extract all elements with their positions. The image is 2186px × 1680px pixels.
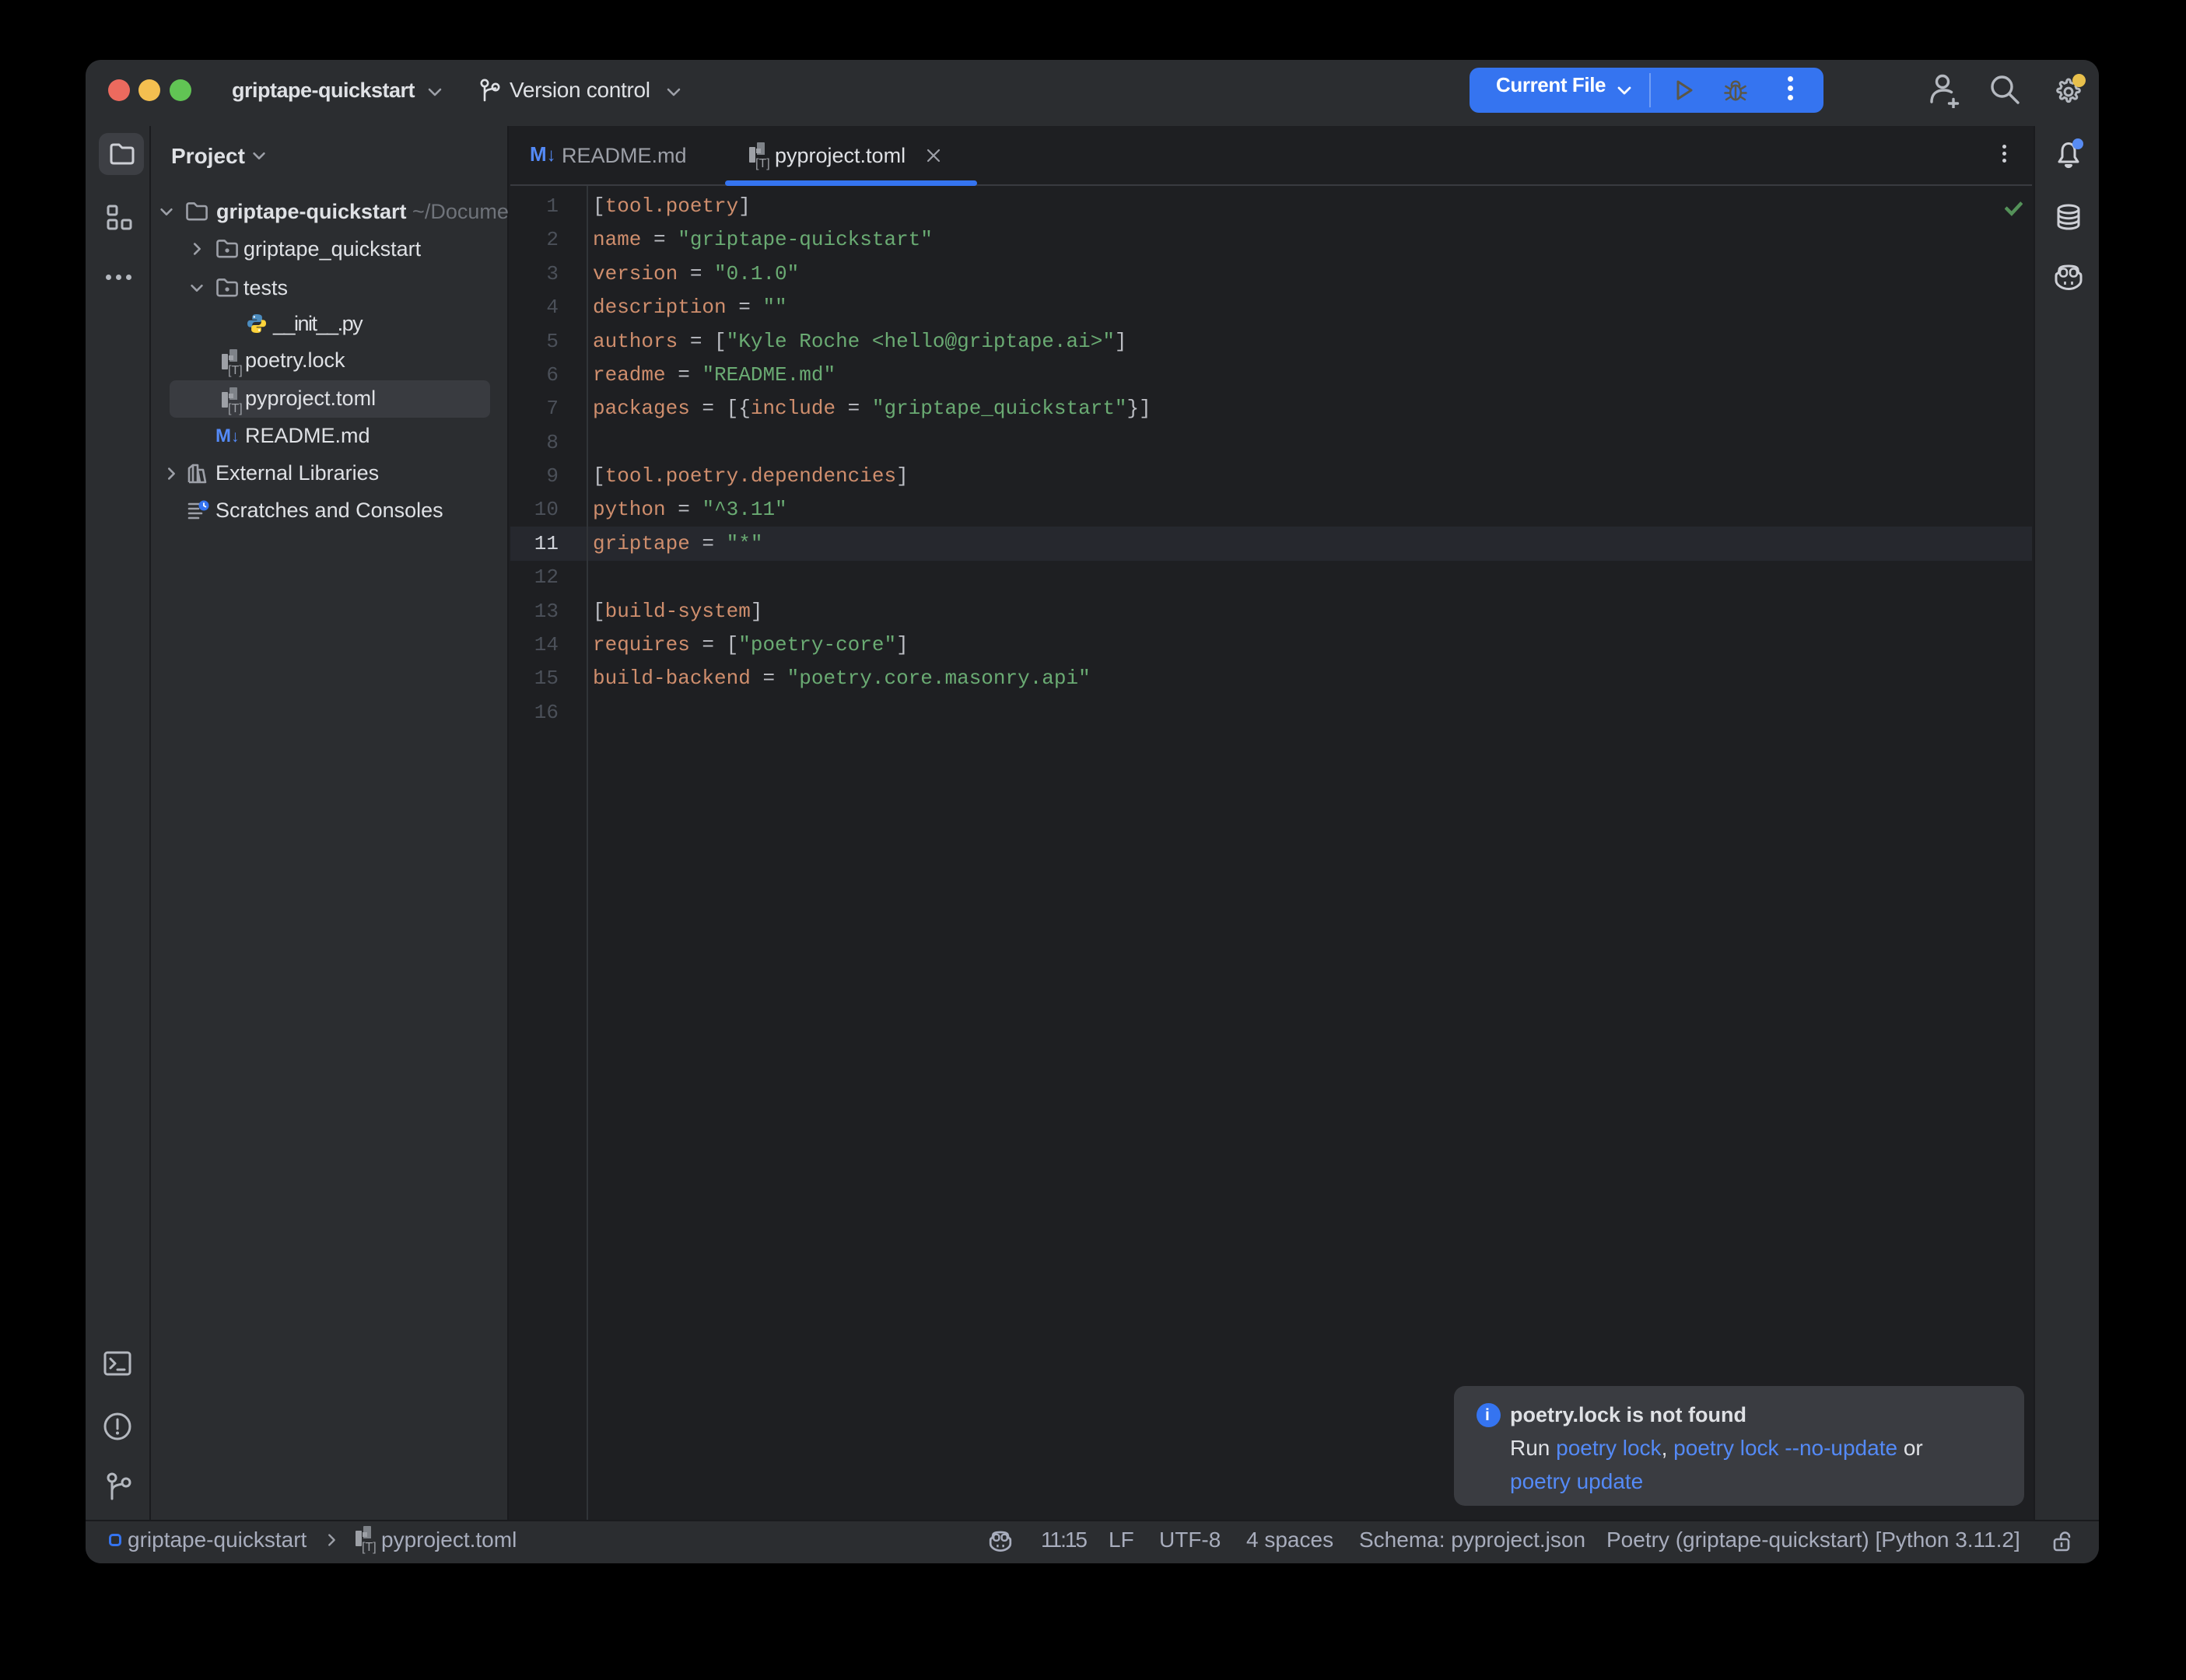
- svg-text:[T]: [T]: [362, 1541, 377, 1554]
- svg-text:[T]: [T]: [228, 402, 243, 415]
- svg-text:[T]: [T]: [755, 157, 770, 170]
- svg-text:[T]: [T]: [228, 364, 243, 377]
